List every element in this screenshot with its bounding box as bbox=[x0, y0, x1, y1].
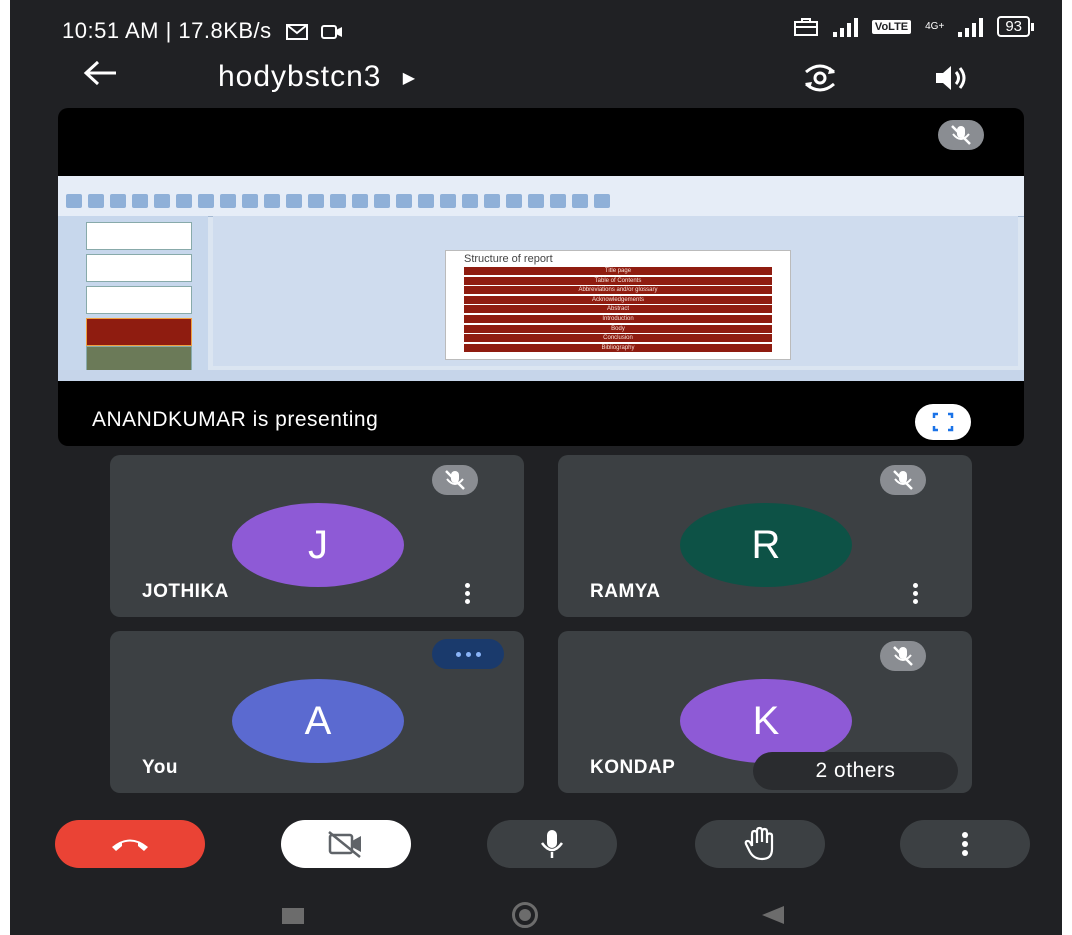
mute-badge bbox=[880, 465, 926, 495]
slide-thumb bbox=[86, 286, 192, 314]
participant-tile-jothika[interactable]: J JOTHIKA bbox=[110, 455, 524, 617]
more-vert-icon[interactable] bbox=[464, 583, 472, 605]
avatar: J bbox=[232, 503, 404, 587]
meeting-header: hodybstcn3 ▶ bbox=[10, 52, 1062, 102]
participant-name: You bbox=[142, 757, 178, 778]
battery-icon: 93 bbox=[997, 16, 1034, 37]
more-options-icon bbox=[962, 832, 968, 856]
presenter-mute-badge bbox=[938, 120, 984, 150]
slide-item: Bibliography bbox=[464, 343, 772, 352]
chevron-right-icon: ▶ bbox=[402, 70, 417, 88]
video-notification-icon bbox=[320, 25, 342, 39]
end-call-icon bbox=[112, 839, 148, 851]
mute-badge bbox=[432, 465, 478, 495]
participant-name: KONDAP bbox=[590, 757, 676, 778]
status-time: 10:51 AM | 17.8KB/s bbox=[62, 18, 343, 44]
avatar: K bbox=[680, 679, 852, 763]
slide-thumb bbox=[86, 254, 192, 282]
mic-off-icon bbox=[951, 125, 971, 145]
camera-off-icon bbox=[328, 831, 361, 858]
slide-item: Introduction bbox=[464, 314, 772, 323]
meeting-title[interactable]: hodybstcn3 ▶ bbox=[218, 60, 416, 94]
slide-canvas: Structure of report Title page Table of … bbox=[213, 216, 1018, 366]
status-bar: 10:51 AM | 17.8KB/s VoLTE 4G+ 93 bbox=[10, 0, 1062, 60]
raise-hand-icon bbox=[744, 826, 774, 861]
back-arrow-icon[interactable] bbox=[82, 58, 118, 97]
camera-toggle-button[interactable] bbox=[281, 820, 411, 868]
end-call-button[interactable] bbox=[55, 820, 205, 868]
mic-off-icon bbox=[893, 470, 913, 490]
work-profile-icon bbox=[793, 17, 818, 36]
recents-icon[interactable] bbox=[282, 908, 304, 924]
slide-item: Abbreviations and/or glossary bbox=[464, 286, 772, 295]
slide-item: Abstract bbox=[464, 305, 772, 314]
shared-screen: Structure of report Title page Table of … bbox=[58, 176, 1024, 381]
mute-badge bbox=[880, 641, 926, 671]
ribbon-icons bbox=[66, 194, 610, 208]
powerpoint-ribbon bbox=[58, 176, 1024, 217]
volte-badge: VoLTE bbox=[871, 19, 912, 34]
meeting-code: hodybstcn3 bbox=[218, 60, 382, 93]
switch-camera-icon[interactable] bbox=[800, 58, 840, 98]
status-icons: VoLTE 4G+ 93 bbox=[793, 16, 1034, 37]
mic-off-icon bbox=[893, 646, 913, 666]
more-vert-icon[interactable] bbox=[912, 583, 920, 605]
microphone-button[interactable] bbox=[487, 820, 617, 868]
avatar: A bbox=[232, 679, 404, 763]
fullscreen-button[interactable] bbox=[915, 404, 971, 440]
participant-name: JOTHIKA bbox=[142, 581, 229, 602]
android-nav-bar bbox=[10, 890, 1062, 935]
raise-hand-button[interactable] bbox=[695, 820, 825, 868]
participant-name: RAMYA bbox=[590, 581, 661, 602]
avatar: R bbox=[680, 503, 852, 587]
presentation-tile[interactable]: Structure of report Title page Table of … bbox=[58, 108, 1024, 446]
fullscreen-icon bbox=[932, 412, 954, 432]
slide-thumb bbox=[86, 222, 192, 250]
slide-thumb bbox=[86, 318, 192, 346]
more-options-button[interactable] bbox=[900, 820, 1030, 868]
slide-thumbnails bbox=[58, 216, 208, 374]
signal-icon-1 bbox=[832, 17, 858, 37]
presenting-label: ANANDKUMAR is presenting bbox=[92, 408, 379, 431]
slide-item: Title page bbox=[464, 267, 772, 275]
slide-item: Body bbox=[464, 324, 772, 333]
microphone-icon bbox=[540, 830, 564, 858]
slide-page: Structure of report Title page Table of … bbox=[445, 250, 791, 360]
slide-items: Title page Table of Contents Abbreviatio… bbox=[464, 267, 772, 353]
others-chip[interactable]: 2 others bbox=[753, 752, 958, 790]
home-icon[interactable] bbox=[512, 902, 538, 928]
slide-item: Acknowledgements bbox=[464, 295, 772, 304]
powerpoint-status-bar bbox=[58, 370, 1024, 381]
slide-item: Conclusion bbox=[464, 334, 772, 343]
participant-tile-ramya[interactable]: R RAMYA bbox=[558, 455, 972, 617]
speaking-indicator bbox=[432, 639, 504, 669]
mail-icon bbox=[286, 24, 309, 40]
mic-off-icon bbox=[445, 470, 465, 490]
slide-item: Table of Contents bbox=[464, 276, 772, 285]
participant-tile-you[interactable]: A You bbox=[110, 631, 524, 793]
back-triangle-icon[interactable] bbox=[762, 906, 784, 924]
status-time-text: 10:51 AM | 17.8KB/s bbox=[62, 18, 272, 43]
speaker-icon[interactable] bbox=[932, 60, 968, 96]
network-type: 4G+ bbox=[925, 21, 945, 32]
signal-icon-2 bbox=[958, 17, 984, 37]
slide-title: Structure of report bbox=[464, 253, 553, 265]
meet-screen: 10:51 AM | 17.8KB/s VoLTE 4G+ 93 hodybst… bbox=[10, 0, 1062, 935]
